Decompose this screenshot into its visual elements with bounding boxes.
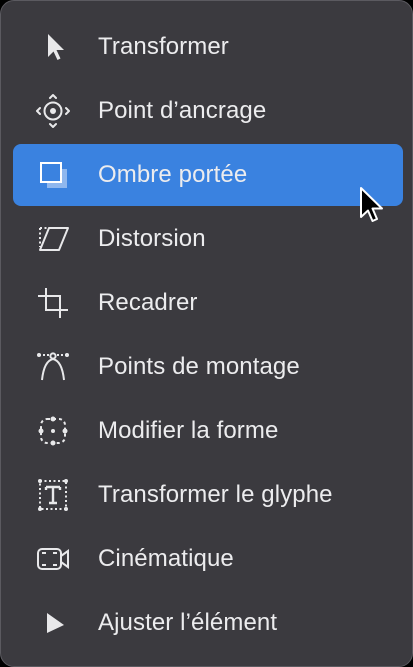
menu-item-modifier-la-forme[interactable]: Modifier la forme bbox=[13, 400, 403, 462]
menu-item-label: Transformer bbox=[98, 33, 229, 60]
menu-item-label: Cinématique bbox=[98, 545, 234, 572]
menu-item-label: Recadrer bbox=[98, 289, 198, 316]
menu-item-label: Modifier la forme bbox=[98, 417, 279, 444]
mouse-pointer-icon bbox=[358, 186, 388, 228]
menu-item-transformer-le-glyphe[interactable]: Transformer le glyphe bbox=[13, 464, 403, 526]
kinematic-camera-icon bbox=[35, 541, 71, 577]
menu-item-cinematique[interactable]: Cinématique bbox=[13, 528, 403, 590]
menu-item-label: Points de montage bbox=[98, 353, 300, 380]
edit-points-icon bbox=[35, 349, 71, 385]
menu-item-label: Distorsion bbox=[98, 225, 206, 252]
drop-shadow-icon bbox=[35, 157, 71, 193]
menu-item-ajuster-l-element[interactable]: Ajuster l’élément bbox=[13, 592, 403, 654]
crop-icon bbox=[35, 285, 71, 321]
adjust-item-icon bbox=[35, 605, 71, 641]
menu-item-points-de-montage[interactable]: Points de montage bbox=[13, 336, 403, 398]
edit-shape-icon bbox=[35, 413, 71, 449]
menu-item-label: Transformer le glyphe bbox=[98, 481, 333, 508]
menu-item-label: Ombre portée bbox=[98, 161, 248, 188]
menu-item-label: Ajuster l’élément bbox=[98, 609, 278, 636]
transform-glyph-icon bbox=[35, 477, 71, 513]
menu-item-transformer[interactable]: Transformer bbox=[13, 16, 403, 78]
menu-item-point-d-ancrage[interactable]: Point d’ancrage bbox=[13, 80, 403, 142]
context-menu: Transformer Point d’ancrage Ombre portée bbox=[0, 0, 413, 667]
menu-item-distorsion[interactable]: Distorsion bbox=[13, 208, 403, 270]
menu-item-recadrer[interactable]: Recadrer bbox=[13, 272, 403, 334]
select-arrow-icon bbox=[35, 29, 71, 65]
menu-item-label: Point d’ancrage bbox=[98, 97, 267, 124]
anchor-point-icon bbox=[35, 93, 71, 129]
menu-item-ombre-portee[interactable]: Ombre portée bbox=[13, 144, 403, 206]
distort-icon bbox=[35, 221, 71, 257]
